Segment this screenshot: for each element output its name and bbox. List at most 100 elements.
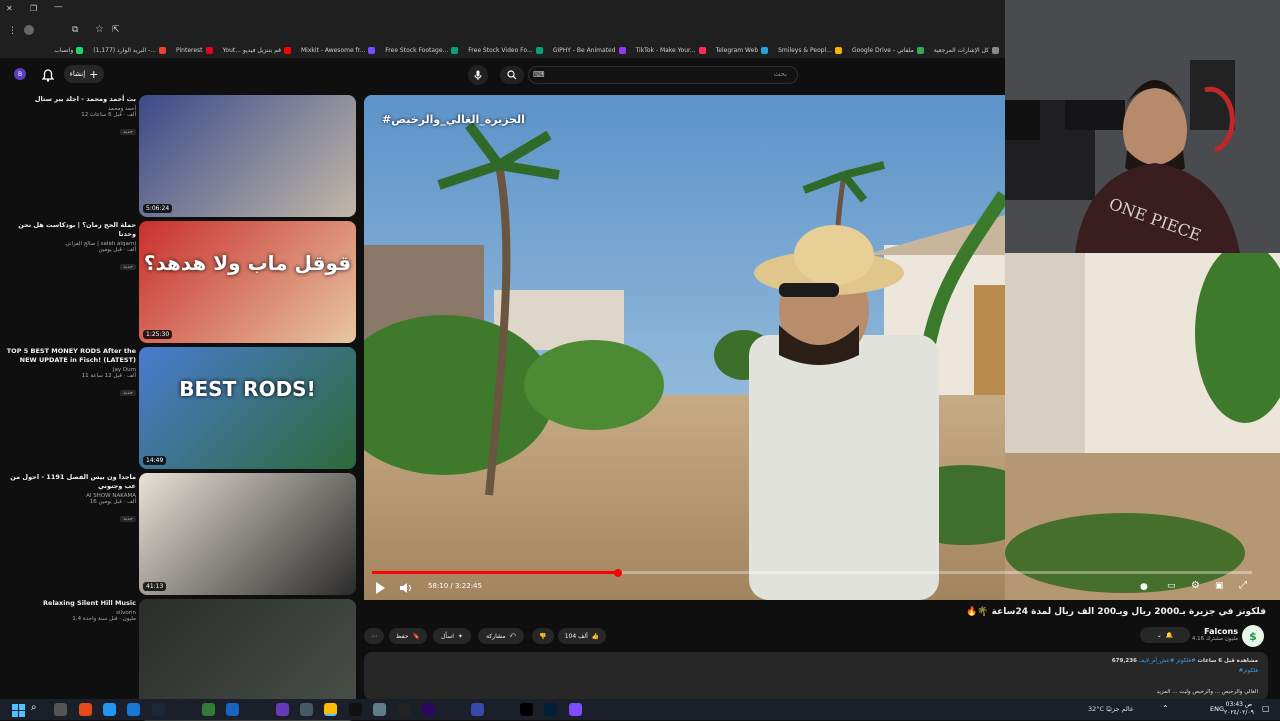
obs-icon[interactable]	[349, 703, 362, 716]
settings-gear-icon[interactable]: ⚙	[1191, 580, 1200, 591]
notification-center-icon[interactable]: ▢	[1262, 704, 1270, 713]
app-icon[interactable]	[127, 703, 140, 716]
bookmark-favicon-icon	[761, 46, 769, 54]
bookmark-item[interactable]: Mixkit - Awesome fr...	[301, 46, 376, 54]
theater-mode-icon[interactable]: ▣	[1215, 581, 1224, 591]
player-right-edge	[1005, 253, 1280, 600]
ask-button[interactable]: اسأل ✦	[433, 628, 471, 644]
recommendation-title[interactable]: TOP 5 BEST MONEY RODS After the NEW UPDA…	[2, 347, 136, 365]
video-player[interactable]: #الجزيرة_الغالي_والرخيص	[364, 95, 1005, 600]
minimize-window-icon[interactable]: —	[54, 2, 63, 12]
bookmark-item[interactable]: Smileys & Peopl...	[778, 46, 842, 54]
steam-icon[interactable]	[152, 703, 165, 716]
bookmark-item[interactable]: Free Stock Footage...	[385, 46, 459, 54]
recommendation-item[interactable]: 41:13 ماجدا ون بيس الفصل 1191 - احول من ع…	[0, 473, 357, 595]
bookmark-item[interactable]: Telegram Web	[715, 46, 769, 54]
bookmark-item[interactable]: واتساب	[54, 46, 84, 54]
search-input[interactable]: ⌨ بحث	[528, 66, 798, 84]
bookmark-item[interactable]: Google Drive - ملفاتي	[852, 46, 924, 54]
recommendation-item[interactable]: 5:06:24 بث أحمد ومحمد - اجلد يبر ستال أحمد…	[0, 95, 357, 217]
bookmark-item[interactable]: GIPHY - Be Animated	[553, 46, 626, 54]
menu-dots-icon[interactable]: ⋮	[8, 26, 17, 36]
save-button[interactable]: حفظ 🔖	[389, 628, 427, 644]
share-icon[interactable]: ⇱	[112, 25, 120, 35]
video-thumbnail[interactable]: BEST RODS! 14:49	[139, 347, 356, 469]
avatar[interactable]: B	[14, 68, 26, 80]
share-button[interactable]: مشاركة ⤺	[478, 628, 524, 644]
bookmark-star-icon[interactable]: ☆	[95, 24, 104, 35]
channel-avatar[interactable]: $	[1242, 625, 1264, 647]
chevron-up-icon[interactable]: ⌃	[1162, 704, 1169, 713]
taskbar-search-icon[interactable]: ⌕	[31, 702, 37, 713]
bookmark-item[interactable]: كل الإشارات المرجعية	[934, 46, 999, 54]
falcons-logo-icon: $	[1249, 629, 1257, 643]
bookmark-item[interactable]: Pinterest	[176, 46, 213, 54]
profile-icon[interactable]	[24, 25, 34, 35]
channel-name[interactable]: Falcons	[1192, 627, 1238, 636]
bookmark-item[interactable]: Yout... قم بتنزيل فيديو	[223, 46, 291, 54]
restore-window-icon[interactable]: ❐	[30, 4, 37, 13]
app-icon[interactable]	[471, 703, 484, 716]
app-icon[interactable]	[398, 703, 411, 716]
description-tags[interactable]: #فلكونز #عش_أم_لايف	[1139, 658, 1196, 664]
extensions-icon[interactable]: ⧉	[72, 25, 78, 35]
close-window-icon[interactable]: ✕	[6, 4, 13, 13]
like-button[interactable]: 104 ألف 👍	[558, 628, 606, 644]
play-icon[interactable]	[374, 580, 386, 599]
search-icon	[507, 70, 517, 80]
app-icon[interactable]	[276, 703, 289, 716]
recommendation-item[interactable]: BEST RODS! 14:49 TOP 5 BEST MONEY RODS Aft…	[0, 347, 357, 469]
description-box[interactable]: 679,236 مشاهدة قبل 6 ساعات #فلكونز #عش_أ…	[364, 652, 1268, 700]
bookmark-item[interactable]: (1,177) البريد الوارد -...	[93, 46, 167, 54]
tiktok-icon[interactable]	[520, 703, 533, 716]
recommendation-item[interactable]: قوقل ماب ولا هدهد؟ 1:25:30 حملة الحج زمان؟…	[0, 221, 357, 343]
clock-time: 03:43 ص	[1225, 701, 1253, 708]
app-icon[interactable]	[569, 703, 582, 716]
task-view-icon[interactable]	[54, 703, 67, 716]
app-icon[interactable]	[373, 703, 386, 716]
chrome-icon[interactable]	[324, 703, 337, 716]
app-icon[interactable]	[226, 703, 239, 716]
autoplay-icon[interactable]: ●	[1140, 582, 1148, 592]
bookmark-item[interactable]: TikTok - Make Your...	[636, 46, 706, 54]
fullscreen-icon[interactable]: ⤢	[1239, 580, 1247, 591]
subscribe-bell-button[interactable]: ⌄ 🔔	[1140, 627, 1190, 643]
bookmark-item[interactable]: Free Stock Video Fo...	[468, 46, 543, 54]
weather-widget[interactable]: 32°C عالم جزئيًا	[1088, 705, 1134, 713]
language-indicator[interactable]: ENG	[1210, 705, 1224, 713]
voice-search-button[interactable]	[468, 65, 488, 85]
description-hashtag[interactable]: #فلكونز	[1238, 668, 1258, 674]
recommendation-title[interactable]: ماجدا ون بيس الفصل 1191 - احول من عب وجن…	[2, 473, 136, 491]
create-button[interactable]: إنشاء +	[64, 65, 104, 83]
bookmark-label: Telegram Web	[715, 46, 759, 54]
video-thumbnail[interactable]: 5:06:24	[139, 95, 356, 217]
microphone-icon	[474, 70, 482, 80]
app-icon[interactable]	[300, 703, 313, 716]
notifications-bell-icon[interactable]	[41, 67, 55, 86]
app-icon[interactable]	[202, 703, 215, 716]
recommendation-title[interactable]: Relaxing Silent Hill Music	[2, 599, 136, 608]
bookmark-icon: 🔖	[412, 632, 420, 640]
progress-bar[interactable]	[372, 568, 1252, 577]
thumbs-up-icon: 👍	[591, 632, 600, 640]
recommendation-title[interactable]: بث أحمد ومحمد - اجلد يبر ستال	[2, 95, 136, 104]
bookmark-favicon-icon	[76, 46, 84, 54]
photoshop-icon[interactable]	[544, 703, 557, 716]
more-actions-button[interactable]: ⋯	[364, 628, 384, 644]
video-thumbnail[interactable]: 41:13	[139, 473, 356, 595]
premiere-icon[interactable]	[422, 703, 435, 716]
clock[interactable]: 03:43 ص ٢٠٢٤/٠٢/٠٩	[1224, 701, 1254, 717]
keyboard-icon[interactable]: ⌨	[533, 70, 545, 79]
video-thumbnail[interactable]: قوقل ماب ولا هدهد؟ 1:25:30	[139, 221, 356, 343]
app-icon[interactable]	[103, 703, 116, 716]
recommendation-title[interactable]: حملة الحج زمان؟ | بودكاست هل نحن وحدنا	[2, 221, 136, 239]
windows-start-icon[interactable]	[12, 702, 25, 721]
volume-icon[interactable]	[399, 580, 413, 599]
subtitles-icon[interactable]: ▭	[1167, 581, 1176, 591]
recommendation-views: 11 ألف · قبل 12 ساعة	[81, 373, 136, 379]
app-icon[interactable]	[79, 703, 92, 716]
search-button[interactable]	[500, 66, 524, 84]
sparkle-icon: ✦	[457, 632, 463, 640]
progress-scrubber[interactable]	[614, 568, 623, 577]
dislike-button[interactable]: 👎	[532, 628, 554, 644]
